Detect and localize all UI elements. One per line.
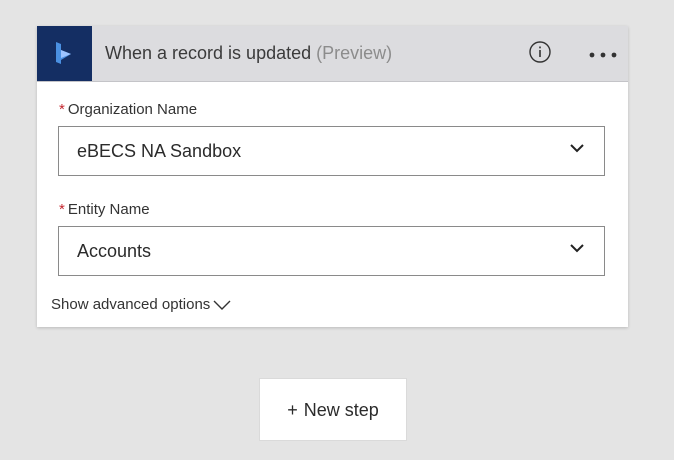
trigger-title-text: When a record is updated [105, 43, 312, 63]
dynamics-icon [56, 42, 71, 64]
organization-name-label-text: Organization Name [67, 101, 198, 118]
trigger-card: When a record is updated (Preview) * Organ… [37, 26, 628, 327]
trigger-title: When a record is updated (Preview) [105, 43, 392, 64]
trigger-header[interactable]: When a record is updated (Preview) [37, 26, 628, 82]
info-icon[interactable] [528, 40, 552, 64]
chevron-down-icon [570, 244, 584, 253]
entity-name-label-text: Entity Name [67, 201, 150, 218]
entity-name-label: * Entity Name [59, 201, 150, 218]
chevron-down-icon [213, 300, 231, 310]
trigger-title-suffix: (Preview) [316, 43, 393, 63]
organization-name-label: * Organization Name [59, 101, 197, 118]
organization-name-select[interactable]: eBECS NA Sandbox [58, 126, 605, 176]
show-advanced-options-link[interactable]: Show advanced options [51, 296, 231, 313]
more-icon[interactable] [588, 51, 618, 59]
new-step-label: New step [303, 400, 379, 420]
required-mark: * [59, 101, 65, 118]
connector-tile [37, 26, 92, 81]
entity-name-select[interactable]: Accounts [58, 226, 605, 276]
new-step-button[interactable]: + New step [259, 378, 407, 441]
entity-name-value: Accounts [77, 241, 152, 261]
chevron-down-icon [570, 144, 584, 153]
show-advanced-options-label: Show advanced options [51, 296, 211, 313]
organization-name-value: eBECS NA Sandbox [77, 141, 242, 161]
plus-icon: + [287, 400, 298, 420]
required-mark: * [59, 201, 65, 218]
